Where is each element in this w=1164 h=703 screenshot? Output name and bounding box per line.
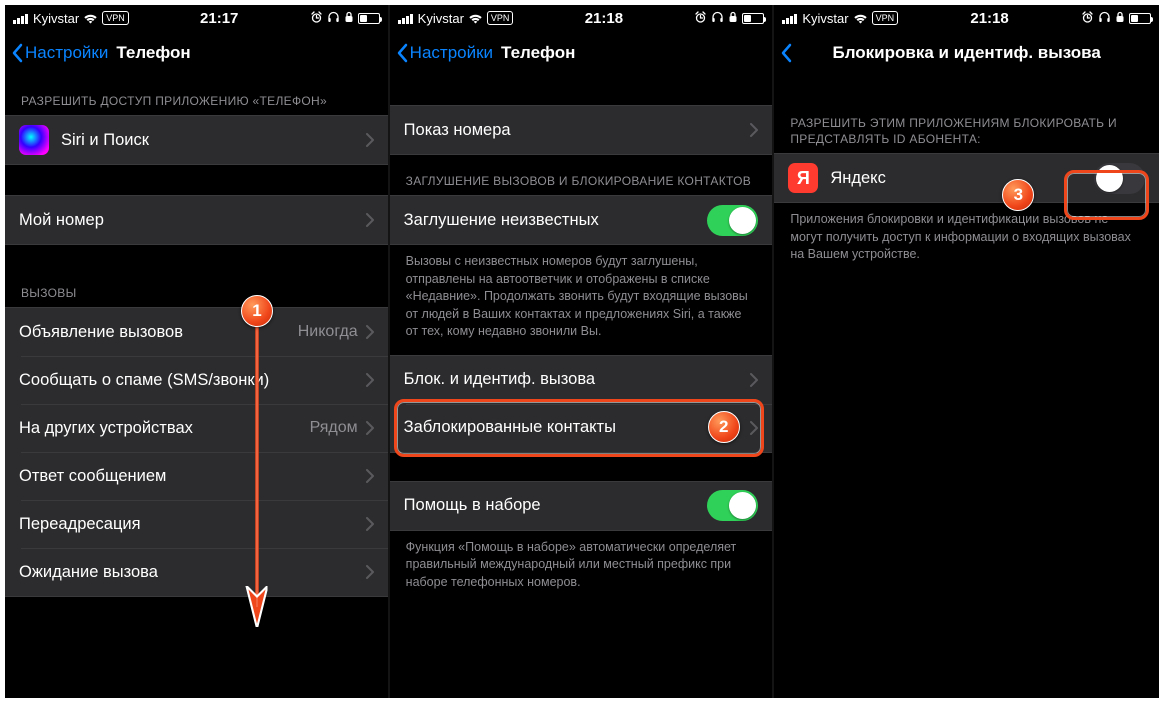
status-time: 21:18 bbox=[898, 10, 1081, 27]
row-label: Сообщать о спаме (SMS/звонки) bbox=[19, 371, 366, 390]
chevron-right-icon bbox=[366, 517, 374, 531]
row-my-number[interactable]: Мой номер bbox=[5, 196, 388, 244]
toggle-silence-unknown[interactable] bbox=[707, 205, 758, 236]
row-label: Мой номер bbox=[19, 211, 336, 230]
status-time: 21:17 bbox=[129, 10, 310, 27]
chevron-right-icon bbox=[366, 469, 374, 483]
row-show-number[interactable]: Показ номера bbox=[390, 106, 773, 154]
status-bar: Kyivstar VPN 21:18 bbox=[774, 5, 1159, 31]
chevron-left-icon bbox=[396, 43, 408, 63]
vpn-badge: VPN bbox=[872, 11, 899, 25]
status-bar: Kyivstar VPN 21:18 bbox=[390, 5, 773, 31]
alarm-icon bbox=[694, 11, 707, 26]
page-title: Блокировка и идентиф. вызова bbox=[774, 43, 1159, 63]
row-label: Ответ сообщением bbox=[19, 467, 366, 486]
footer-apps: Приложения блокировки и идентификации вы… bbox=[774, 203, 1159, 268]
chevron-right-icon bbox=[366, 565, 374, 579]
status-time: 21:18 bbox=[513, 10, 694, 27]
carrier-label: Kyivstar bbox=[33, 11, 79, 26]
row-label: Заблокированные контакты bbox=[404, 418, 751, 437]
chevron-left-icon bbox=[11, 43, 23, 63]
row-label: Показ номера bbox=[404, 121, 751, 140]
page-title: Телефон bbox=[501, 43, 575, 63]
row-label: Ожидание вызова bbox=[19, 563, 366, 582]
chevron-right-icon bbox=[750, 123, 758, 137]
row-dial-assist[interactable]: Помощь в наборе bbox=[390, 482, 773, 530]
row-label: Блок. и идентиф. вызова bbox=[404, 370, 751, 389]
battery-icon bbox=[358, 13, 380, 24]
row-reply-message[interactable]: Ответ сообщением bbox=[5, 452, 388, 500]
alarm-icon bbox=[310, 11, 323, 26]
row-yandex-app[interactable]: Я Яндекс bbox=[774, 154, 1159, 202]
callout-marker-2: 2 bbox=[708, 411, 740, 443]
chevron-right-icon bbox=[366, 213, 374, 227]
headphones-icon bbox=[327, 11, 340, 26]
section-header-allow-apps: РАЗРЕШИТЬ ЭТИМ ПРИЛОЖЕНИЯМ БЛОКИРОВАТЬ И… bbox=[774, 75, 1159, 153]
battery-icon bbox=[1129, 13, 1151, 24]
wifi-icon bbox=[468, 13, 483, 24]
nav-bar: Настройки Телефон bbox=[5, 31, 388, 75]
alarm-icon bbox=[1081, 11, 1094, 26]
page-title: Телефон bbox=[116, 43, 190, 63]
battery-icon bbox=[742, 13, 764, 24]
headphones-icon bbox=[711, 11, 724, 26]
carrier-label: Kyivstar bbox=[418, 11, 464, 26]
row-label: Переадресация bbox=[19, 515, 366, 534]
vpn-badge: VPN bbox=[102, 11, 129, 25]
carrier-label: Kyivstar bbox=[802, 11, 848, 26]
signal-icon bbox=[782, 13, 798, 24]
chevron-right-icon bbox=[750, 373, 758, 387]
row-call-waiting[interactable]: Ожидание вызова bbox=[5, 548, 388, 596]
section-header-silence: ЗАГЛУШЕНИЕ ВЫЗОВОВ И БЛОКИРОВАНИЕ КОНТАК… bbox=[390, 155, 773, 195]
chevron-right-icon bbox=[366, 325, 374, 339]
signal-icon bbox=[13, 13, 29, 24]
row-label: Помощь в наборе bbox=[404, 496, 708, 515]
phone-screen-3: Kyivstar VPN 21:18 Блокировка и идентиф.… bbox=[774, 5, 1159, 698]
footer-assist: Функция «Помощь в наборе» автоматически … bbox=[390, 531, 773, 596]
footer-silence: Вызовы с неизвестных номеров будут заглу… bbox=[390, 245, 773, 345]
status-bar: Kyivstar VPN 21:17 bbox=[5, 5, 388, 31]
lock-icon bbox=[1115, 11, 1125, 26]
row-other-devices[interactable]: На других устройствах Рядом bbox=[5, 404, 388, 452]
section-header-allow: РАЗРЕШИТЬ ДОСТУП ПРИЛОЖЕНИЮ «ТЕЛЕФОН» bbox=[5, 75, 388, 115]
row-call-blocking-id[interactable]: Блок. и идентиф. вызова bbox=[390, 356, 773, 404]
signal-icon bbox=[398, 13, 414, 24]
phone-screen-1: Kyivstar VPN 21:17 Настройки Телефон РАЗ… bbox=[5, 5, 390, 698]
row-label: Siri и Поиск bbox=[61, 131, 336, 150]
phone-screen-2: Kyivstar VPN 21:18 Настройки Телефон Пок… bbox=[390, 5, 775, 698]
lock-icon bbox=[344, 11, 354, 26]
chevron-right-icon bbox=[366, 373, 374, 387]
vpn-badge: VPN bbox=[487, 11, 514, 25]
wifi-icon bbox=[83, 13, 98, 24]
siri-icon bbox=[19, 125, 49, 155]
back-button[interactable]: Настройки bbox=[390, 43, 493, 63]
back-label: Настройки bbox=[410, 43, 493, 63]
nav-bar: Настройки Телефон bbox=[390, 31, 773, 75]
chevron-right-icon bbox=[750, 421, 758, 435]
wifi-icon bbox=[853, 13, 868, 24]
arrow-down-icon bbox=[245, 327, 275, 627]
section-header-calls: ВЫЗОВЫ bbox=[5, 245, 388, 307]
row-label: Яндекс bbox=[830, 169, 1094, 188]
yandex-icon: Я bbox=[788, 163, 818, 193]
toggle-yandex[interactable] bbox=[1094, 163, 1145, 194]
row-spam-report[interactable]: Сообщать о спаме (SMS/звонки) bbox=[5, 356, 388, 404]
toggle-dial-assist[interactable] bbox=[707, 490, 758, 521]
row-call-forwarding[interactable]: Переадресация bbox=[5, 500, 388, 548]
callout-marker-1: 1 bbox=[241, 295, 273, 327]
chevron-right-icon bbox=[366, 421, 374, 435]
row-value: Никогда bbox=[298, 323, 358, 341]
back-button[interactable]: Настройки bbox=[5, 43, 108, 63]
tutorial-composite: Kyivstar VPN 21:17 Настройки Телефон РАЗ… bbox=[0, 0, 1164, 703]
nav-bar: Блокировка и идентиф. вызова bbox=[774, 31, 1159, 75]
row-announce-calls[interactable]: Объявление вызовов Никогда bbox=[5, 308, 388, 356]
chevron-right-icon bbox=[366, 133, 374, 147]
headphones-icon bbox=[1098, 11, 1111, 26]
row-silence-unknown[interactable]: Заглушение неизвестных bbox=[390, 196, 773, 244]
back-label: Настройки bbox=[25, 43, 108, 63]
lock-icon bbox=[728, 11, 738, 26]
row-value: Рядом bbox=[310, 419, 358, 437]
row-siri-search[interactable]: Siri и Поиск bbox=[5, 116, 388, 164]
row-label: Заглушение неизвестных bbox=[404, 211, 708, 230]
